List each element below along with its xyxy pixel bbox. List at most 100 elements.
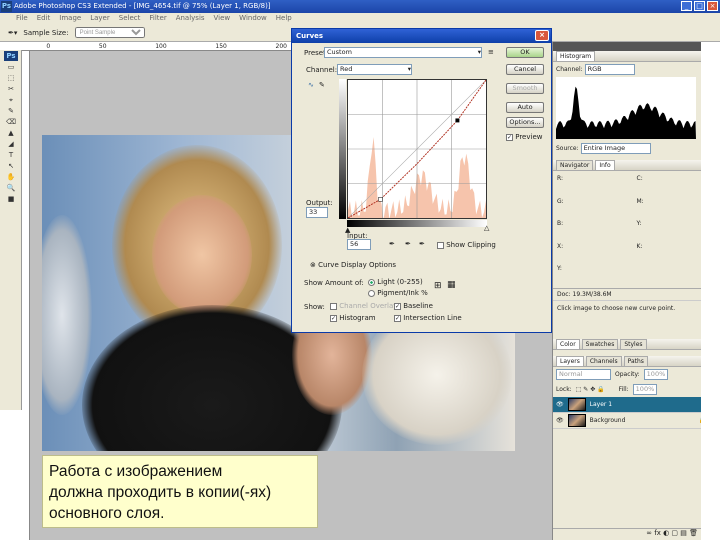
layer-row[interactable]: 👁 Layer 1 — [553, 397, 720, 413]
tab-histogram[interactable]: Histogram — [556, 51, 596, 61]
pigment-radio[interactable] — [368, 289, 375, 297]
move-tool-icon[interactable]: ▭ — [4, 62, 18, 72]
simple-grid-icon[interactable]: ⊞ — [434, 281, 442, 291]
info-readout: R: C: G: M: B: Y: X: K: Y: — [553, 171, 720, 289]
menu-edit[interactable]: Edit — [37, 13, 51, 24]
menu-filter[interactable]: Filter — [149, 13, 166, 24]
eye-icon[interactable]: 👁 — [556, 401, 564, 408]
menu-file[interactable]: File — [16, 13, 28, 24]
gray-eyedropper-icon[interactable]: ✒ — [405, 240, 411, 248]
menu-select[interactable]: Select — [119, 13, 141, 24]
right-panels: Histogram Channel: RGB Source: Entire Im… — [552, 42, 720, 540]
tab-info[interactable]: Info — [595, 160, 615, 170]
maximize-button[interactable]: □ — [694, 1, 705, 11]
white-point-slider[interactable]: △ — [484, 224, 489, 232]
output-field[interactable]: 33 — [306, 207, 328, 218]
ps-logo: Ps — [4, 51, 18, 61]
curve-graph[interactable] — [347, 79, 487, 219]
curve-point — [378, 197, 383, 202]
menu-help[interactable]: Help — [276, 13, 292, 24]
tab-paths[interactable]: Paths — [623, 356, 648, 366]
histogram-channel-select[interactable]: RGB — [584, 64, 635, 75]
cancel-button[interactable]: Cancel — [506, 64, 544, 75]
options-button[interactable]: Options... — [506, 117, 544, 128]
path-select-tool-icon[interactable]: ↖ — [4, 161, 18, 171]
marquee-tool-icon[interactable]: ⬚ — [4, 73, 18, 83]
tab-channels[interactable]: Channels — [585, 356, 622, 366]
auto-button[interactable]: Auto — [506, 102, 544, 113]
type-tool-icon[interactable]: T — [4, 150, 18, 160]
preset-select[interactable]: Custom ▾ — [324, 47, 482, 58]
lock-label: Lock: — [556, 386, 572, 393]
tab-color[interactable]: Color — [556, 339, 580, 349]
caption-line: основного слоя. — [49, 505, 165, 522]
output-label: Output: — [306, 199, 333, 207]
preview-checkbox[interactable]: ✓ — [506, 133, 513, 141]
sharpen-tool-icon[interactable]: ▲ — [4, 128, 18, 138]
menu-view[interactable]: View — [214, 13, 231, 24]
intersection-label: Intersection Line — [403, 314, 462, 322]
tab-swatches[interactable]: Swatches — [581, 339, 619, 349]
tab-styles[interactable]: Styles — [620, 339, 647, 349]
dialog-title: Curves — [296, 32, 324, 40]
photoshop-app-icon: Ps — [1, 1, 12, 12]
curve-point-tool-icon[interactable]: ∿ — [308, 81, 314, 89]
light-radio[interactable] — [368, 278, 375, 286]
channel-overlays-checkbox[interactable] — [330, 302, 337, 310]
menu-image[interactable]: Image — [59, 13, 81, 24]
show-clipping-checkbox[interactable] — [437, 241, 444, 249]
lock-icons[interactable]: ⬚ ✎ ✥ 🔒 — [576, 386, 605, 393]
black-eyedropper-icon[interactable]: ✒ — [389, 240, 395, 248]
opacity-field[interactable]: 100% — [643, 369, 668, 380]
sample-size-select[interactable]: Point Sample — [74, 27, 145, 38]
ruler-tick: 0 — [46, 43, 51, 50]
histogram-panel-tabs: Histogram — [553, 51, 720, 62]
caption-line: должна проходить в копии(-ях) — [49, 484, 272, 501]
layer-name: Background — [589, 417, 626, 424]
eraser-tool-icon[interactable]: ⌫ — [4, 117, 18, 127]
zoom-tool-icon[interactable]: 🔍 — [4, 183, 18, 193]
pen-tool-icon[interactable]: ◢ — [4, 139, 18, 149]
source-select[interactable]: Entire Image — [580, 143, 651, 154]
color-swatches-icon[interactable]: ■ — [4, 194, 18, 204]
channel-select[interactable]: Red ▾ — [337, 64, 412, 75]
fill-field[interactable]: 100% — [632, 384, 657, 395]
info-b: B: — [557, 220, 564, 228]
hand-tool-icon[interactable]: ✋ — [4, 172, 18, 182]
layer-row[interactable]: 👁Background🔒 — [553, 413, 720, 429]
blend-mode-select[interactable]: Normal — [556, 369, 611, 380]
tab-layers[interactable]: Layers — [556, 356, 584, 366]
minimize-button[interactable]: _ — [681, 1, 692, 11]
layer-actions-bar[interactable]: ∞ fx ◐ ▢ ▤ 🗑 — [553, 528, 720, 540]
crop-tool-icon[interactable]: ✂ — [4, 84, 18, 94]
eye-icon[interactable]: 👁 — [556, 417, 564, 424]
smooth-button[interactable]: Smooth — [506, 83, 544, 94]
brush-tool-icon[interactable]: ✎ — [4, 106, 18, 116]
menu-layer[interactable]: Layer — [90, 13, 110, 24]
intersection-checkbox[interactable]: ✓ — [394, 314, 401, 322]
detailed-grid-icon[interactable]: ▦ — [447, 280, 456, 290]
info-r: R: — [557, 175, 564, 182]
healing-tool-icon[interactable]: ⌖ — [4, 95, 18, 105]
ruler-tick: 100 — [155, 43, 167, 50]
tab-navigator[interactable]: Navigator — [556, 160, 594, 170]
opacity-label: Opacity: — [615, 371, 640, 378]
expand-icon[interactable]: ⊗ — [310, 261, 316, 269]
dialog-close-button[interactable]: × — [535, 30, 549, 41]
preset-options-icon[interactable]: ≡ — [488, 48, 494, 56]
menu-analysis[interactable]: Analysis — [176, 13, 205, 24]
baseline-checkbox[interactable]: ✓ — [394, 302, 401, 310]
ok-button[interactable]: OK — [506, 47, 544, 58]
eyedropper-icon[interactable]: ✒▾ — [8, 29, 17, 37]
curve-point — [455, 118, 460, 123]
ruler-tick: 50 — [98, 43, 107, 50]
histogram-checkbox[interactable]: ✓ — [330, 314, 337, 322]
input-field[interactable]: 56 — [347, 239, 371, 250]
pencil-tool-icon[interactable]: ✎ — [319, 81, 325, 89]
white-eyedropper-icon[interactable]: ✒ — [419, 240, 425, 248]
curves-title-bar[interactable]: Curves × — [292, 29, 551, 43]
channel-overlays-label: Channel Overlays — [339, 302, 402, 310]
menu-window[interactable]: Window — [239, 13, 267, 24]
close-button[interactable]: × — [707, 1, 718, 11]
layer-thumbnail — [567, 414, 586, 427]
